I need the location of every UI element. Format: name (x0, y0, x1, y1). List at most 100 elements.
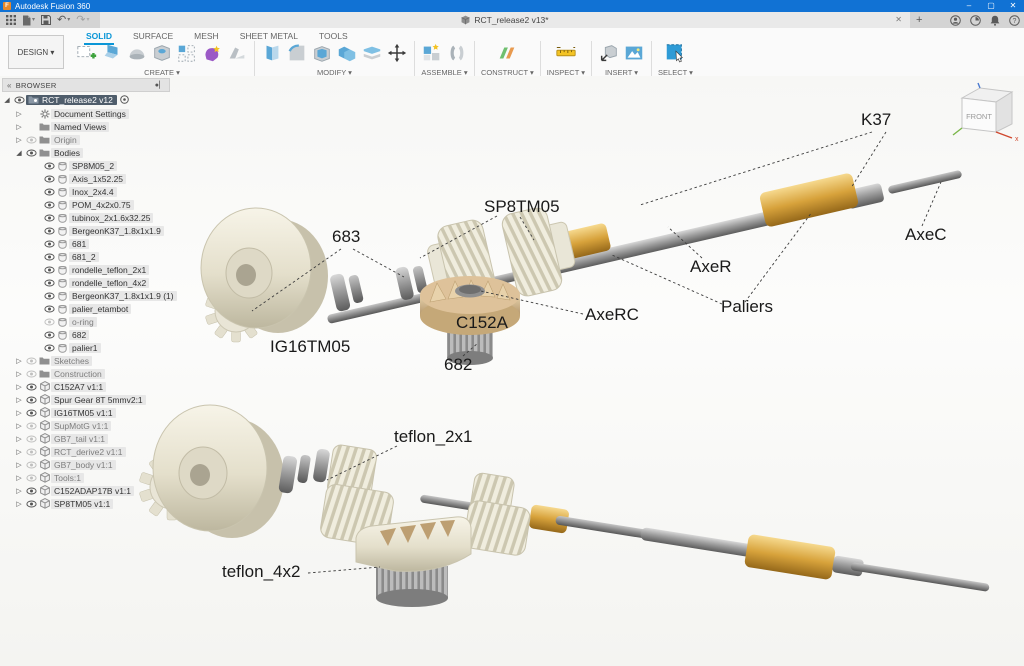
browser-item[interactable]: ▷palier_etambot (2, 302, 170, 315)
browser-item[interactable]: ▷rondelle_teflon_2x1 (2, 263, 170, 276)
expand-arrow-icon[interactable]: ▷ (14, 396, 24, 404)
expand-arrow-icon[interactable]: ▷ (14, 123, 24, 131)
expand-arrow-icon[interactable]: ▷ (14, 409, 24, 417)
visibility-eye-icon[interactable] (42, 253, 56, 261)
shell-icon[interactable] (311, 42, 333, 64)
browser-item[interactable]: ▷rondelle_teflon_4x2 (2, 276, 170, 289)
palier-sleeve-right[interactable] (759, 172, 859, 227)
browser-item[interactable]: ▷RCT_derive2 v1:1 (2, 445, 170, 458)
expand-arrow-icon[interactable]: ▷ (14, 487, 24, 495)
browser-item[interactable]: ▷BergeonK37_1.8x1x1.9 (1) (2, 289, 170, 302)
redo-icon[interactable]: ↷▾ (76, 12, 89, 28)
joint-icon[interactable] (446, 42, 468, 64)
insert-image-icon[interactable] (623, 42, 645, 64)
visibility-eye-icon[interactable] (24, 474, 38, 482)
pinion-lower[interactable] (376, 566, 448, 607)
data-panel-grid-icon[interactable] (6, 15, 16, 25)
panel-grip-icon[interactable]: ●▏ (155, 81, 165, 89)
browser-item[interactable]: ▷SP8TM05 v1:1 (2, 497, 170, 510)
browser-item[interactable]: ▷GB7_body v1:1 (2, 458, 170, 471)
visibility-eye-icon[interactable] (42, 201, 56, 209)
bearing-683-left[interactable] (329, 273, 351, 312)
expand-arrow-icon[interactable]: ▷ (14, 383, 24, 391)
browser-item[interactable]: ◢Bodies (2, 146, 170, 159)
web-icon[interactable] (226, 42, 248, 64)
browser-item[interactable]: ▷BergeonK37_1.8x1x1.9 (2, 224, 170, 237)
visibility-eye-icon[interactable] (42, 344, 56, 352)
browser-item[interactable]: ▷Inox_2x4.4 (2, 185, 170, 198)
press-pull-icon[interactable] (261, 42, 283, 64)
lower-assembly[interactable] (139, 405, 990, 607)
viewcube[interactable]: FRONT x (950, 82, 1020, 149)
visibility-eye-icon[interactable] (24, 383, 38, 391)
select-icon[interactable] (664, 42, 686, 64)
new-tab-icon[interactable]: + (916, 12, 922, 28)
expand-arrow-icon[interactable]: ▷ (14, 500, 24, 508)
help-icon[interactable]: ? (1009, 15, 1020, 26)
expand-arrow-icon[interactable]: ▷ (14, 422, 24, 430)
browser-item[interactable]: ▷SupMotG v1:1 (2, 419, 170, 432)
minimize-button[interactable]: – (958, 0, 980, 12)
construct-plane-icon[interactable] (496, 42, 518, 64)
workspace-selector-design[interactable]: DESIGN ▾ (8, 35, 64, 69)
extrude-icon[interactable] (101, 42, 123, 64)
browser-item[interactable]: ▷palier1 (2, 341, 170, 354)
visibility-eye-icon[interactable] (24, 500, 38, 508)
expand-arrow-icon[interactable]: ▷ (14, 435, 24, 443)
tab-close-icon[interactable]: ✕ (895, 12, 902, 28)
browser-item[interactable]: ▷681_2 (2, 250, 170, 263)
browser-item[interactable]: ▷SP8M05_2 (2, 159, 170, 172)
visibility-eye-icon[interactable] (42, 305, 56, 313)
visibility-eye-icon[interactable] (42, 292, 56, 300)
visibility-eye-icon[interactable] (12, 96, 26, 104)
pattern-icon[interactable] (176, 42, 198, 64)
palier-sleeve-lower-right[interactable] (744, 534, 836, 580)
expand-arrow-icon[interactable]: ▷ (14, 357, 24, 365)
profile-icon[interactable] (950, 15, 961, 26)
visibility-eye-icon[interactable] (24, 422, 38, 430)
expand-arrow-icon[interactable]: ▷ (14, 461, 24, 469)
visibility-eye-icon[interactable] (24, 357, 38, 365)
move-copy-icon[interactable] (386, 42, 408, 64)
visibility-eye-icon[interactable] (42, 175, 56, 183)
expand-arrow-icon[interactable]: ▷ (14, 110, 24, 118)
visibility-eye-icon[interactable] (42, 227, 56, 235)
browser-item[interactable]: ▷GB7_tail v1:1 (2, 432, 170, 445)
file-menu-icon[interactable]: ▾ (22, 12, 35, 28)
browser-root-item[interactable]: ◢ RCT_release2 v12 (2, 92, 170, 107)
browser-item[interactable]: ▷Sketches (2, 354, 170, 367)
collapse-panel-icon[interactable]: « (7, 81, 12, 90)
visibility-eye-icon[interactable] (24, 435, 38, 443)
visibility-eye-icon[interactable] (24, 448, 38, 456)
visibility-eye-icon[interactable] (42, 162, 56, 170)
save-icon[interactable] (41, 15, 51, 25)
browser-item[interactable]: ▷Origin (2, 133, 170, 146)
visibility-eye-icon[interactable] (42, 240, 56, 248)
expand-arrow-icon[interactable]: ▷ (14, 370, 24, 378)
notifications-bell-icon[interactable] (990, 15, 1000, 26)
create-form-icon[interactable] (201, 42, 223, 64)
visibility-eye-icon[interactable] (42, 188, 56, 196)
combine-icon[interactable] (336, 42, 358, 64)
visibility-eye-icon[interactable] (24, 487, 38, 495)
browser-item[interactable]: ▷681 (2, 237, 170, 250)
fillet-icon[interactable] (286, 42, 308, 64)
close-button[interactable]: ✕ (1002, 0, 1024, 12)
gear-lower-right[interactable] (463, 499, 532, 556)
browser-item[interactable]: ▷Named Views (2, 120, 170, 133)
measure-icon[interactable] (555, 42, 577, 64)
visibility-eye-icon[interactable] (42, 279, 56, 287)
visibility-eye-icon[interactable] (24, 409, 38, 417)
visibility-eye-icon[interactable] (24, 396, 38, 404)
browser-item[interactable]: ▷C152A7 v1:1 (2, 380, 170, 393)
browser-item[interactable]: ▷Spur Gear 8T 5mmv2:1 (2, 393, 170, 406)
visibility-eye-icon[interactable] (42, 331, 56, 339)
visibility-eye-icon[interactable] (24, 370, 38, 378)
browser-item[interactable]: ▷C152ADAP17B v1:1 (2, 484, 170, 497)
browser-item[interactable]: ▷682 (2, 328, 170, 341)
insert-derive-icon[interactable] (598, 42, 620, 64)
expand-arrow-icon[interactable]: ▷ (14, 474, 24, 482)
visibility-eye-icon[interactable] (42, 214, 56, 222)
browser-item[interactable]: ▷Document Settings (2, 107, 170, 120)
browser-item[interactable]: ▷tubinox_2x1.6x32.25 (2, 211, 170, 224)
